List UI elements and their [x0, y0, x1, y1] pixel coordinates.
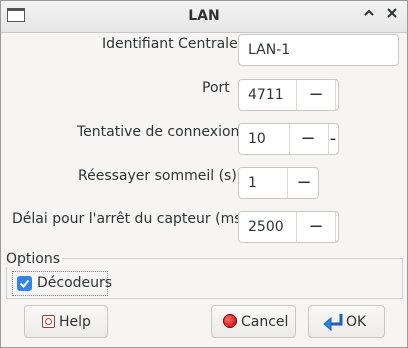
close-icon[interactable] [383, 7, 401, 25]
spinner-divider [289, 124, 290, 154]
decrement-button[interactable]: − [301, 80, 331, 110]
ok-label: OK [346, 314, 367, 330]
reessayer-label: Réessayer sommeil (s) [78, 168, 237, 184]
ok-button[interactable]: OK [308, 305, 385, 338]
port-spinner[interactable]: 4711 − [238, 79, 339, 111]
reessayer-spinner[interactable]: 1 − [238, 167, 319, 199]
spinner-divider [296, 80, 297, 110]
decrement-button[interactable]: − [293, 124, 323, 154]
spinner-divider [335, 212, 336, 242]
identifiant-label: Identifiant Centrale [102, 36, 238, 52]
decrement-button[interactable]: − [289, 168, 319, 198]
port-value: 4711 [248, 87, 284, 103]
tentative-value: 10 [248, 131, 266, 147]
cancel-button[interactable]: Cancel [211, 305, 296, 338]
port-label: Port [202, 80, 230, 96]
identifiant-value: LAN-1 [248, 42, 291, 58]
delai-label: Délai pour l'arrêt du capteur (ms) [12, 211, 247, 227]
tentative-spinner[interactable]: 10 − - [238, 123, 339, 155]
window-title: LAN [188, 8, 220, 24]
decodeurs-checkbox[interactable] [17, 276, 32, 291]
ok-icon [323, 314, 343, 332]
decodeurs-checkbox-row[interactable]: Décodeurs [12, 271, 112, 296]
options-legend: Options [6, 251, 63, 267]
help-icon [42, 315, 55, 328]
reessayer-value: 1 [248, 175, 257, 191]
identifiant-field[interactable]: LAN-1 [238, 34, 399, 66]
cancel-label: Cancel [241, 314, 289, 330]
chevron-up-icon[interactable] [360, 7, 378, 25]
lan-dialog: LAN Identifiant Centrale LAN-1 Port 4711… [0, 0, 408, 348]
decodeurs-label: Décodeurs [37, 275, 113, 291]
checkmark-icon [19, 279, 30, 288]
delai-spinner[interactable]: 2500 − [238, 211, 339, 243]
title-bar[interactable]: LAN [1, 1, 407, 33]
delai-value: 2500 [248, 219, 284, 235]
spinner-divider [335, 80, 336, 110]
help-label: Help [59, 314, 91, 330]
help-button[interactable]: Help [24, 305, 108, 338]
decrement-button[interactable]: − [301, 212, 331, 242]
increment-button[interactable]: - [327, 124, 339, 154]
spinner-divider [287, 168, 288, 198]
spinner-divider [296, 212, 297, 242]
tentative-label: Tentative de connexion [77, 124, 240, 140]
cancel-icon [223, 314, 237, 328]
